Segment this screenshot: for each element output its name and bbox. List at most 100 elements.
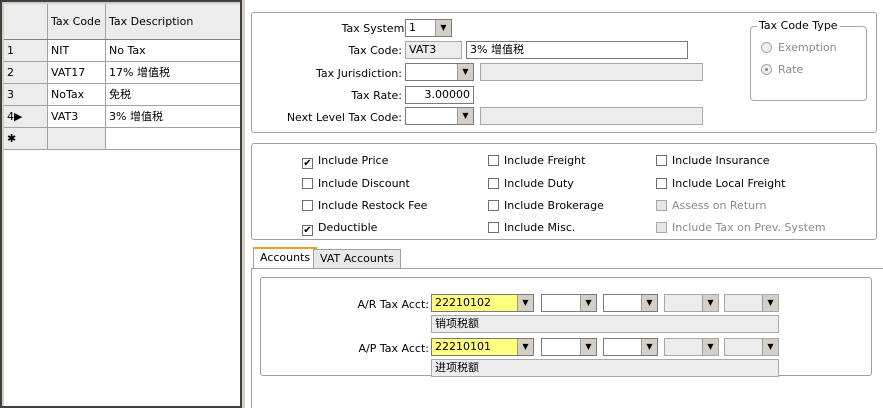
new-row-desc-cell[interactable] <box>106 128 240 149</box>
assess-on-return-checkbox[interactable]: Assess on Return <box>656 199 766 212</box>
exemption-radio[interactable]: Exemption <box>761 41 837 54</box>
chevron-down-icon[interactable]: ▼ <box>762 295 778 311</box>
tax-code-type-group: Tax Code Type Exemption Rate <box>750 19 867 101</box>
ar-segment-5-select[interactable]: ▼ <box>724 294 779 312</box>
include-options-panel: ✔ Include Price Include Discount Include … <box>251 143 877 240</box>
rate-radio[interactable]: Rate <box>761 63 803 76</box>
include-local-freight-label: Include Local Freight <box>672 177 786 190</box>
checkbox-icon <box>302 200 313 211</box>
table-row[interactable]: 1 NIT No Tax <box>4 40 240 62</box>
column-header-tax-code[interactable]: Tax Code <box>48 4 106 39</box>
chevron-down-icon[interactable]: ▼ <box>762 339 778 355</box>
ar-tax-acct-select[interactable]: 22210102 ▼ <box>431 294 534 312</box>
ar-segment-3-select[interactable]: ▼ <box>603 294 658 312</box>
tax-system-value: 1 <box>409 21 416 34</box>
include-insurance-checkbox[interactable]: Include Insurance <box>656 154 770 167</box>
accounts-panel: A/R Tax Acct: 22210102 ▼ ▼ ▼ ▼ ▼ 销项税额 A/… <box>260 277 872 377</box>
tax-code-description-field[interactable]: 3% 增值税 <box>466 41 688 59</box>
rate-label: Rate <box>778 63 804 76</box>
tax-code-grid: Tax Code Tax Description 1 NIT No Tax 2 … <box>0 0 242 408</box>
include-tax-prev-system-checkbox[interactable]: Include Tax on Prev. System <box>656 221 826 234</box>
radio-icon <box>761 42 772 53</box>
ar-segment-4-select[interactable]: ▼ <box>664 294 719 312</box>
ar-segment-2-select[interactable]: ▼ <box>541 294 597 312</box>
checkbox-checked-icon: ✔ <box>302 225 313 236</box>
ap-segment-4-select[interactable]: ▼ <box>664 338 719 356</box>
tax-rate-label: Tax Rate: <box>351 89 402 102</box>
ar-tax-acct-value: 22210102 <box>435 296 491 309</box>
new-row[interactable]: ✱ <box>4 128 240 150</box>
tax-code-cell[interactable]: NoTax <box>48 84 106 105</box>
chevron-down-icon[interactable]: ▼ <box>580 339 596 355</box>
new-row-marker[interactable]: ✱ <box>4 128 48 149</box>
include-brokerage-checkbox[interactable]: Include Brokerage <box>488 199 604 212</box>
tax-rate-field[interactable]: 3.00000 <box>405 86 474 104</box>
row-number[interactable]: 4▶ <box>4 106 48 127</box>
row-number[interactable]: 3 <box>4 84 48 105</box>
chevron-down-icon[interactable]: ▼ <box>435 20 451 36</box>
tax-code-type-title: Tax Code Type <box>757 19 840 32</box>
include-price-checkbox[interactable]: ✔ Include Price <box>302 154 388 169</box>
tax-code-field[interactable]: VAT3 <box>405 41 462 59</box>
tax-code-form-panel: Tax System: 1 ▼ Tax Code: VAT3 3% 增值税 Ta… <box>251 12 877 133</box>
chevron-down-icon[interactable]: ▼ <box>457 108 473 124</box>
checkbox-icon <box>656 178 667 189</box>
exemption-label: Exemption <box>778 41 837 54</box>
row-number[interactable]: 1 <box>4 40 48 61</box>
tax-code-cell[interactable]: NIT <box>48 40 106 61</box>
ar-tax-acct-description: 销项税额 <box>431 315 779 333</box>
grid-body: Tax Code Tax Description 1 NIT No Tax 2 … <box>4 4 240 406</box>
tax-jurisdiction-label: Tax Jurisdiction: <box>315 67 402 80</box>
checkbox-checked-icon: ✔ <box>302 158 313 169</box>
chevron-down-icon[interactable]: ▼ <box>702 339 718 355</box>
tax-system-select[interactable]: 1 ▼ <box>405 19 452 37</box>
detail-area: Tax System: 1 ▼ Tax Code: VAT3 3% 增值税 Ta… <box>245 0 883 408</box>
checkbox-icon <box>488 222 499 233</box>
table-row[interactable]: 3 NoTax 免税 <box>4 84 240 106</box>
row-number[interactable]: 2 <box>4 62 48 83</box>
deductible-label: Deductible <box>318 221 378 234</box>
include-discount-label: Include Discount <box>318 177 410 190</box>
new-row-code-cell[interactable] <box>48 128 106 149</box>
ap-segment-3-select[interactable]: ▼ <box>603 338 658 356</box>
ap-tax-acct-value: 22210101 <box>435 340 491 353</box>
chevron-down-icon[interactable]: ▼ <box>641 295 657 311</box>
chevron-down-icon[interactable]: ▼ <box>457 64 473 80</box>
include-insurance-label: Include Insurance <box>672 154 770 167</box>
include-local-freight-checkbox[interactable]: Include Local Freight <box>656 177 785 190</box>
ap-tax-acct-select[interactable]: 22210101 ▼ <box>431 338 534 356</box>
tax-code-cell[interactable]: VAT17 <box>48 62 106 83</box>
tax-description-cell[interactable]: 3% 增值税 <box>106 106 240 127</box>
tax-code-label: Tax Code: <box>348 44 402 57</box>
include-duty-checkbox[interactable]: Include Duty <box>488 177 574 190</box>
tax-description-cell[interactable]: No Tax <box>106 40 240 61</box>
include-duty-label: Include Duty <box>504 177 574 190</box>
tab-accounts[interactable]: Accounts <box>253 247 318 269</box>
table-row[interactable]: 2 VAT17 17% 增值税 <box>4 62 240 84</box>
table-row-selected[interactable]: 4▶ VAT3 3% 增值税 <box>4 106 240 128</box>
tax-description-cell[interactable]: 17% 增值税 <box>106 62 240 83</box>
chevron-down-icon[interactable]: ▼ <box>702 295 718 311</box>
ap-segment-2-select[interactable]: ▼ <box>541 338 597 356</box>
chevron-down-icon[interactable]: ▼ <box>517 339 533 355</box>
tax-jurisdiction-select[interactable]: ▼ <box>405 63 474 81</box>
tax-description-cell[interactable]: 免税 <box>106 84 240 105</box>
ap-segment-5-select[interactable]: ▼ <box>724 338 779 356</box>
include-freight-label: Include Freight <box>504 154 586 167</box>
next-level-tax-code-select[interactable]: ▼ <box>405 107 474 125</box>
include-freight-checkbox[interactable]: Include Freight <box>488 154 585 167</box>
chevron-down-icon[interactable]: ▼ <box>641 339 657 355</box>
chevron-down-icon[interactable]: ▼ <box>517 295 533 311</box>
include-discount-checkbox[interactable]: Include Discount <box>302 177 410 190</box>
next-level-tax-code-description <box>480 107 703 125</box>
checkbox-icon <box>488 178 499 189</box>
tab-vat-accounts[interactable]: VAT Accounts <box>313 249 401 269</box>
tax-code-cell[interactable]: VAT3 <box>48 106 106 127</box>
include-restock-fee-checkbox[interactable]: Include Restock Fee <box>302 199 427 212</box>
deductible-checkbox[interactable]: ✔ Deductible <box>302 221 377 236</box>
column-header-tax-description[interactable]: Tax Description <box>106 4 240 39</box>
row-header-corner[interactable] <box>4 4 48 39</box>
include-misc-checkbox[interactable]: Include Misc. <box>488 221 575 234</box>
checkbox-icon <box>656 155 667 166</box>
chevron-down-icon[interactable]: ▼ <box>580 295 596 311</box>
